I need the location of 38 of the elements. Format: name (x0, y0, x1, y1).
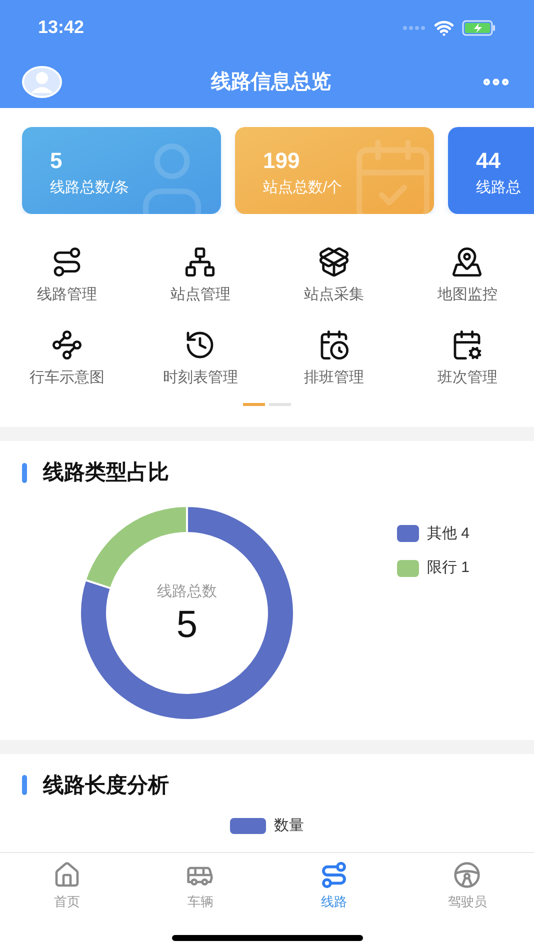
stat-label: 线路总 (476, 178, 522, 198)
chart-center-label: 线路总数 (157, 582, 217, 602)
battery-icon (462, 20, 496, 36)
menu-label[interactable]: 站点管理 (170, 284, 230, 306)
stat-label: 线路总数/条 (50, 178, 130, 198)
section-marker (22, 462, 27, 483)
status-time: 13:42 (38, 16, 84, 39)
stat-card[interactable]: 44 线路总 (448, 127, 534, 214)
menu-label[interactable]: 站点采集 (304, 284, 364, 306)
legend-label: 其他 4 (427, 524, 470, 544)
route-icon (320, 861, 348, 889)
box-icon[interactable] (318, 246, 350, 278)
stat-value: 5 (50, 147, 64, 174)
home-icon (52, 861, 81, 889)
legend-label: 限行 1 (427, 558, 470, 578)
chart-center-value: 5 (176, 606, 198, 644)
stat-label: 站点总数/个 (263, 178, 344, 198)
path-icon[interactable] (50, 328, 83, 360)
calendar-gear-icon[interactable] (451, 328, 484, 360)
steering-wheel-icon (453, 861, 482, 889)
avatar-icon[interactable] (22, 66, 62, 98)
menu-label[interactable]: 地图监控 (437, 284, 498, 306)
menu-label[interactable]: 线路管理 (36, 284, 97, 306)
section-title: 线路长度分析 (43, 772, 169, 798)
menu-label[interactable]: 行车示意图 (29, 366, 104, 389)
sitemap-icon[interactable] (184, 246, 216, 278)
map-pin-icon[interactable] (451, 246, 484, 278)
menu-label[interactable]: 班次管理 (437, 366, 498, 389)
signal-icon (402, 24, 426, 30)
legend-label: 数量 (274, 816, 304, 836)
stat-value: 44 (476, 147, 502, 174)
menu-label[interactable]: 排班管理 (304, 366, 364, 389)
section-title: 线路类型占比 (43, 460, 169, 486)
section-marker (22, 775, 27, 796)
stat-value: 199 (263, 147, 301, 174)
menu-label[interactable]: 时刻表管理 (162, 366, 238, 389)
page-title: 线路信息总览 (211, 70, 331, 94)
tab-bar-item[interactable]: 线路 (267, 861, 400, 912)
